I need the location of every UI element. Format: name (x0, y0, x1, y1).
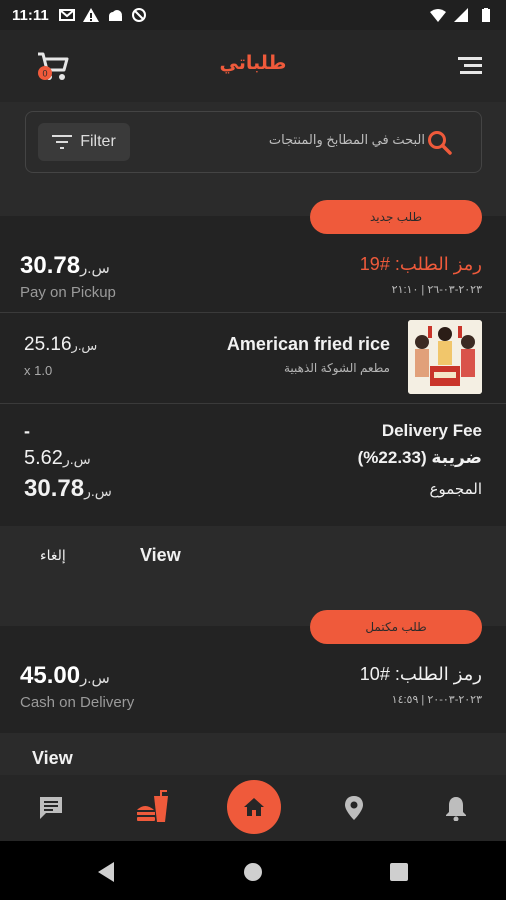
recents-icon[interactable] (389, 862, 409, 882)
view-button[interactable]: View (32, 748, 73, 769)
order-card: طلب مكتمل رمز الطلب: #10 ٢٠٢٣-٠٣-٢٠ | ١٤… (0, 610, 506, 733)
battery-icon (482, 8, 490, 22)
page-title: طلباتي (219, 53, 287, 74)
status-badge: طلب جديد (310, 200, 482, 234)
filter-icon (52, 135, 73, 149)
total-value: س.ر30.78 (24, 475, 112, 502)
total-label: المجموع (429, 481, 482, 498)
delivery-fee-label: Delivery Fee (381, 421, 482, 440)
order-total: س.ر45.00 (20, 662, 110, 689)
list-item[interactable]: American fried rice مطعم الشوكة الذهبية … (0, 313, 506, 403)
tax-label: ضريبة (22.33%) (357, 448, 482, 467)
item-name: American fried rice (226, 334, 390, 354)
system-nav-bar (0, 841, 506, 900)
search-icon[interactable] (427, 130, 453, 156)
tax-value: س.ر5.62 (24, 447, 91, 469)
order-code: رمز الطلب: #10 (359, 664, 482, 684)
delivery-fee-value: - (24, 421, 30, 441)
status-time: 11:11 (12, 6, 49, 24)
gmail-icon (58, 9, 75, 21)
order-date: ٢٠٢٣-٠٣-٢٦ | ٢١:١٠ (391, 284, 482, 296)
item-image (408, 320, 482, 394)
order-code: رمز الطلب: #19 (359, 254, 482, 274)
location-icon[interactable] (341, 795, 367, 821)
app-bar: 0 طلباتي (0, 30, 506, 102)
payment-method: Pay on Pickup (20, 284, 116, 301)
search-input[interactable]: البحث في المطابخ والمنتجات (269, 132, 425, 148)
search-bar: Filter البحث في المطابخ والمنتجات (25, 111, 482, 173)
fastfood-icon[interactable] (136, 790, 170, 824)
divider (0, 403, 506, 404)
item-store: مطعم الشوكة الذهبية (283, 361, 390, 375)
home-button[interactable] (227, 780, 281, 834)
bell-icon[interactable] (443, 795, 469, 821)
order-card: طلب جديد رمز الطلب: #19 ٢٠٢٣-٠٣-٢٦ | ٢١:… (0, 200, 506, 526)
warning-icon (82, 8, 99, 22)
payment-method: Cash on Delivery (20, 694, 135, 711)
status-bar: 11:11 (0, 0, 506, 30)
chat-icon[interactable] (38, 795, 64, 821)
order-total: س.ر30.78 (20, 252, 110, 279)
item-price: 25.16س.ر (24, 334, 98, 355)
cancel-button[interactable]: إلغاء (40, 547, 66, 564)
home-icon (244, 798, 264, 816)
item-qty: x 1.0 (24, 363, 53, 378)
cloud-icon (108, 10, 122, 21)
filter-button[interactable]: Filter (38, 123, 130, 161)
back-icon[interactable] (96, 861, 116, 883)
order-actions: View (0, 733, 506, 775)
filter-label: Filter (80, 133, 116, 150)
block-icon (131, 8, 146, 22)
status-badge: طلب مكتمل (310, 610, 482, 644)
signal-icon (454, 8, 468, 22)
wifi-icon (430, 9, 446, 22)
order-date: ٢٠٢٣-٠٣-٢٠ | ١٤:٥٩ (391, 694, 482, 706)
order-actions: إلغاء View (0, 526, 506, 584)
view-button[interactable]: View (140, 545, 181, 566)
home-nav-icon[interactable] (243, 862, 263, 882)
bottom-nav (0, 775, 506, 841)
menu-icon[interactable] (458, 54, 484, 76)
